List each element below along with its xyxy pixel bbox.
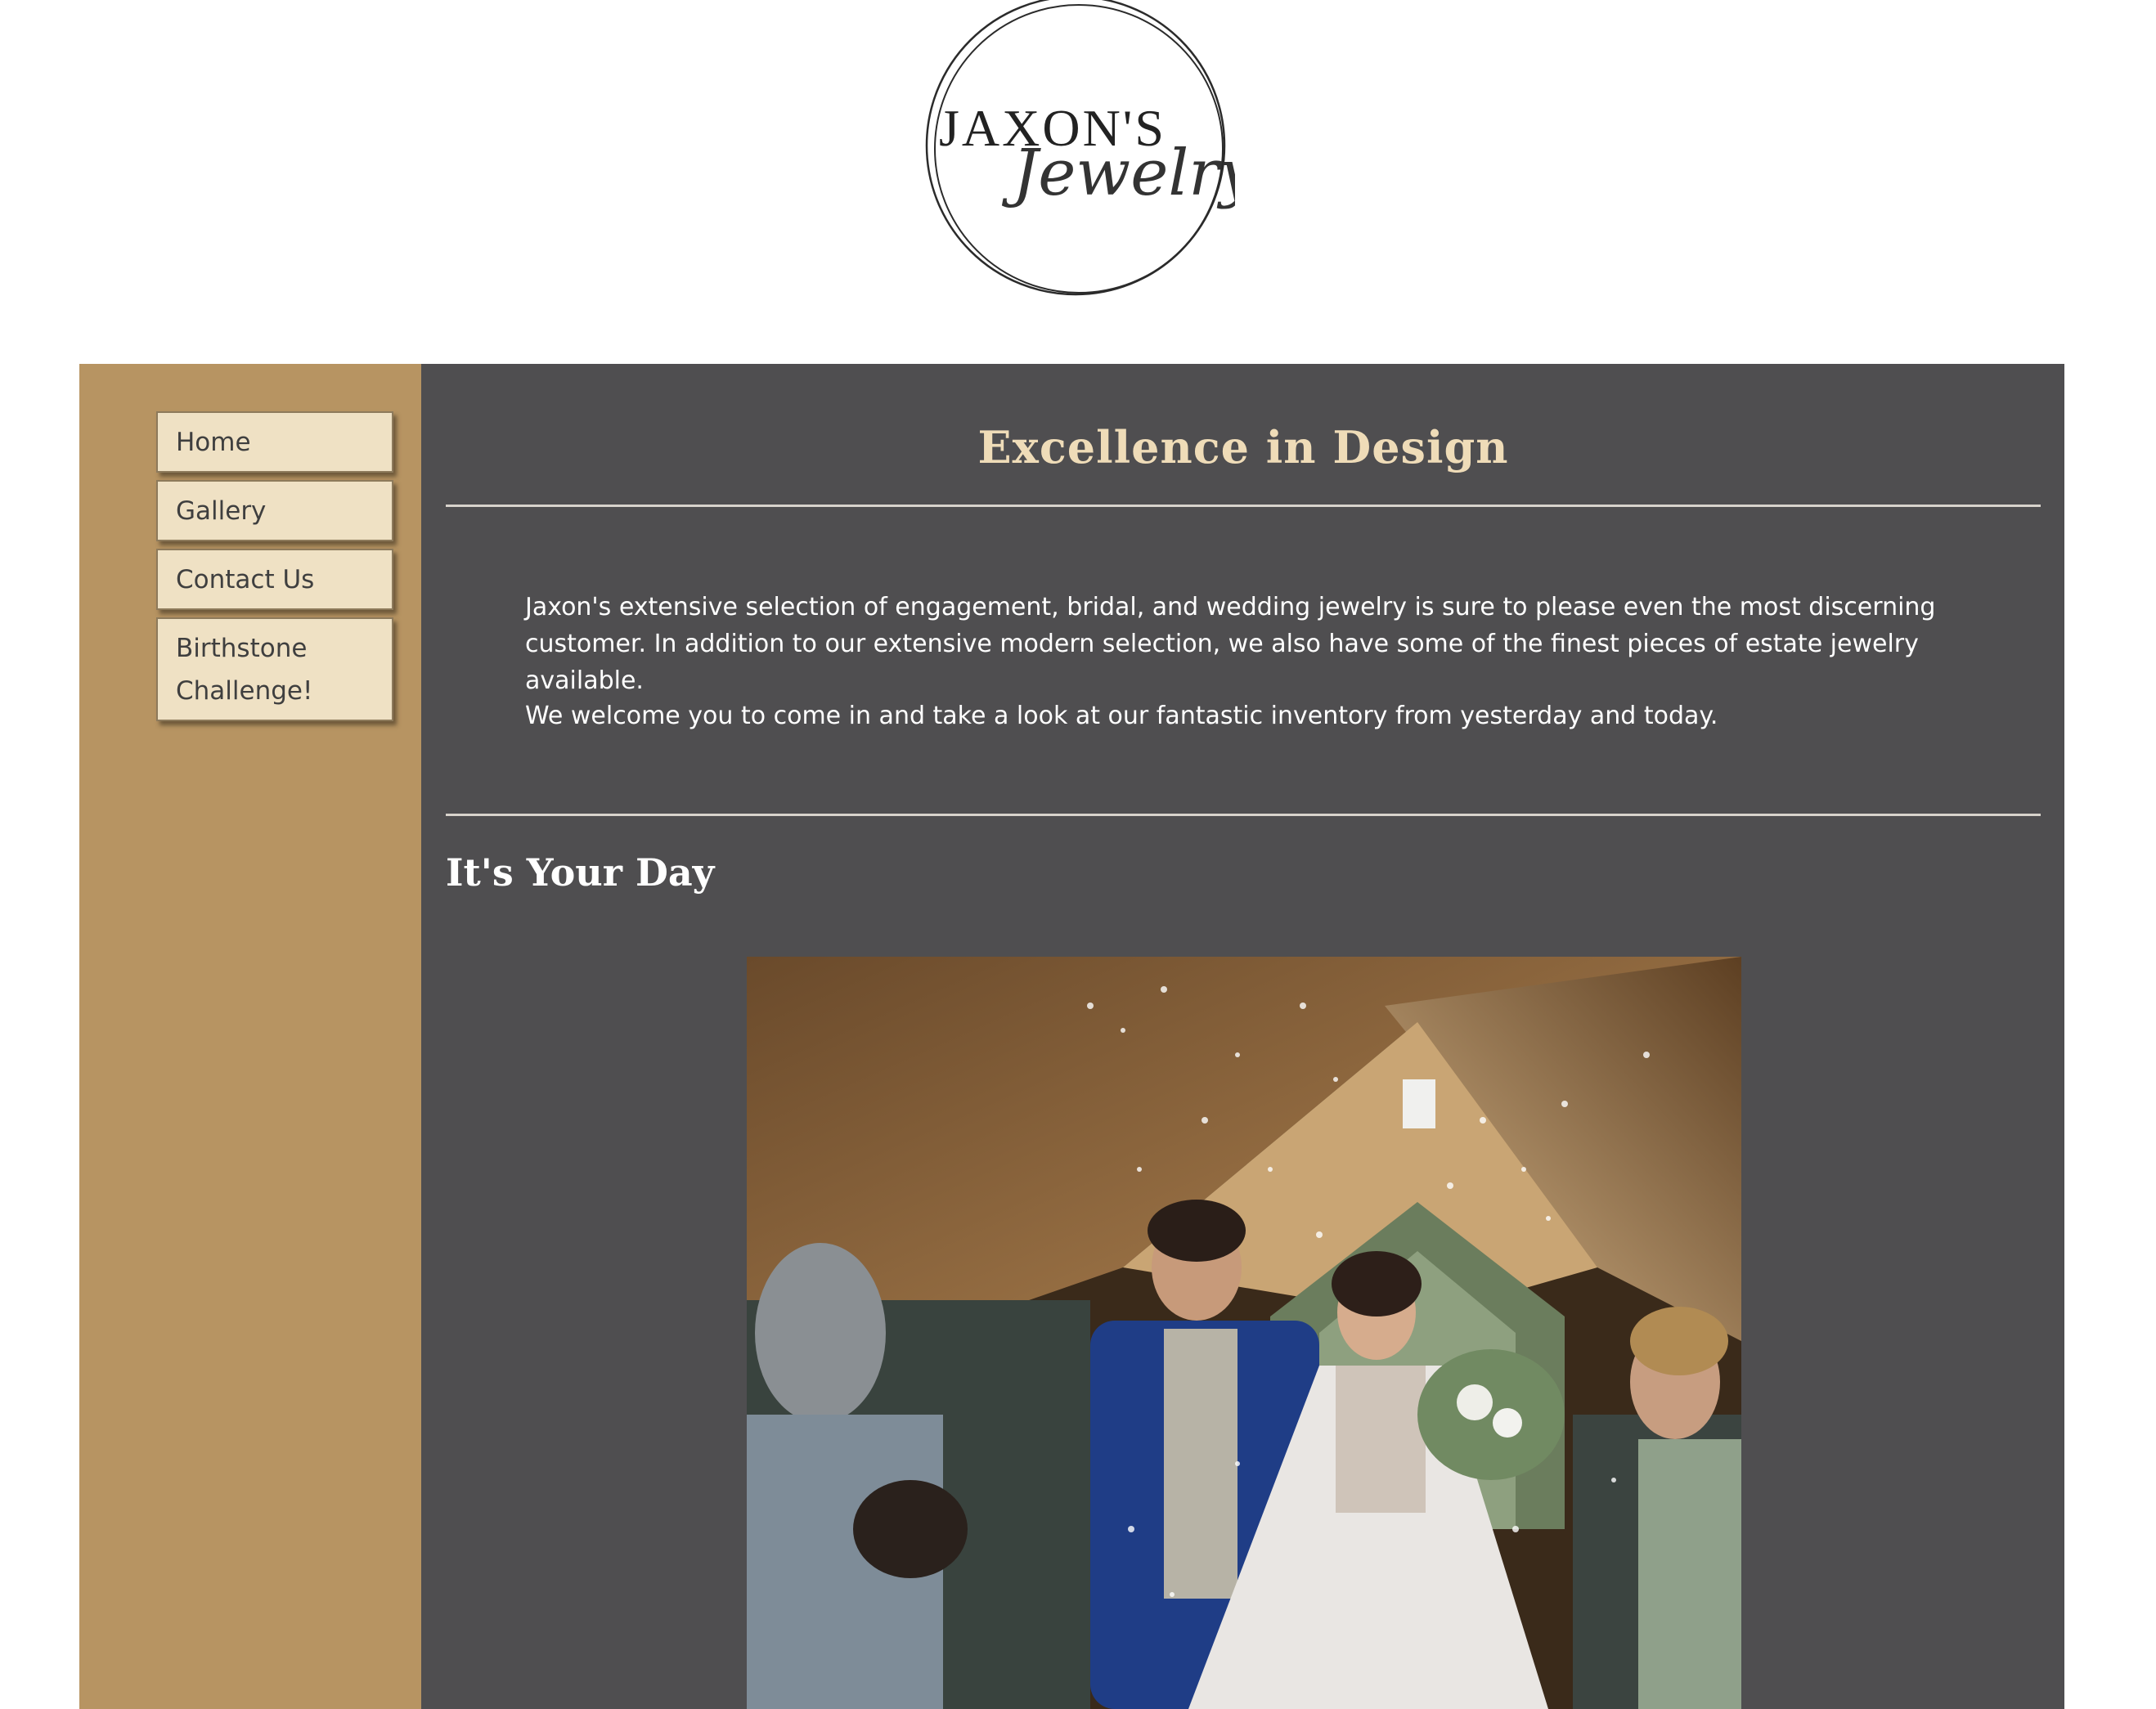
logo-script: Jewelry <box>1001 137 1235 210</box>
page: JAXON'S Jewelry Home Gallery Contact Us … <box>0 0 2156 1709</box>
divider <box>446 505 2041 507</box>
wedding-photo <box>747 957 1741 1709</box>
divider <box>446 814 2041 816</box>
brand-logo[interactable]: JAXON'S Jewelry <box>916 0 1235 298</box>
nav-item-gallery[interactable]: Gallery <box>156 480 393 541</box>
welcome-paragraph: We welcome you to come in and take a loo… <box>525 702 1718 730</box>
sidebar: Home Gallery Contact Us Birthstone Chall… <box>79 364 421 1709</box>
section-title: It's Your Day <box>446 850 715 895</box>
page-title: Excellence in Design <box>977 421 1509 473</box>
content-container: Home Gallery Contact Us Birthstone Chall… <box>79 364 2064 1709</box>
nav-item-home[interactable]: Home <box>156 411 393 473</box>
nav-item-contact-us[interactable]: Contact Us <box>156 549 393 610</box>
sidebar-nav: Home Gallery Contact Us Birthstone Chall… <box>156 411 393 729</box>
main-content: Excellence in Design Jaxon's extensive s… <box>421 364 2064 1709</box>
nav-item-birthstone-challenge[interactable]: Birthstone Challenge! <box>156 617 393 721</box>
intro-paragraph: Jaxon's extensive selection of engagemen… <box>525 593 1936 695</box>
